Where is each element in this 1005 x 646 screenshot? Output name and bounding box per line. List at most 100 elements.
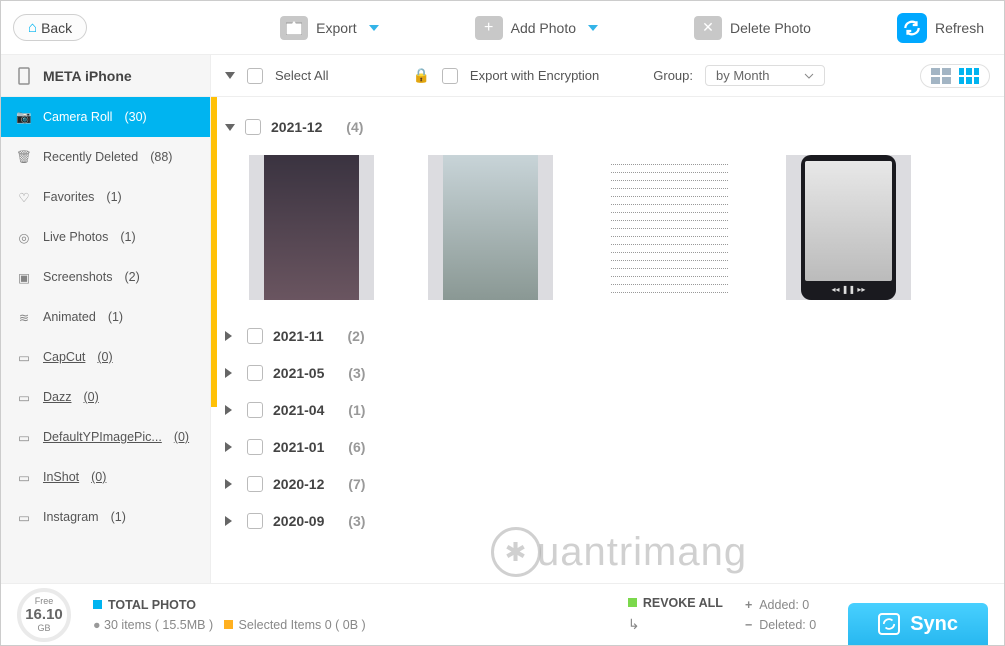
group-label: 2021-12 <box>271 119 322 135</box>
sidebar-item-instagram[interactable]: ▭Instagram (1) <box>1 497 210 537</box>
sidebar-item-capcut[interactable]: ▭CapCut (0) <box>1 337 210 377</box>
group-count: (6) <box>348 439 365 455</box>
photo-thumbnail[interactable] <box>249 155 374 300</box>
encryption-checkbox[interactable] <box>442 68 458 84</box>
chevron-right-icon <box>225 442 237 452</box>
group-label: 2020-09 <box>273 513 324 529</box>
change-counts: + Added: 0 − Deleted: 0 <box>745 598 816 632</box>
add-photo-icon: + <box>475 16 503 40</box>
back-button[interactable]: ⌂ Back <box>13 14 87 41</box>
chevron-right-icon <box>225 405 237 415</box>
sidebar-item-recently-deleted[interactable]: 🗑Recently Deleted (88) <box>1 137 210 177</box>
delete-photo-button[interactable]: ✕ Delete Photo <box>686 12 819 44</box>
chevron-right-icon <box>225 368 237 378</box>
scroll-indicator <box>211 97 217 407</box>
album-icon: ▭ <box>15 348 33 366</box>
legend-selected-icon <box>224 620 233 629</box>
chevron-down-icon <box>804 73 814 79</box>
group-checkbox[interactable] <box>247 439 263 455</box>
revoke-label[interactable]: REVOKE ALL <box>643 596 723 610</box>
group-label: 2021-11 <box>273 328 324 344</box>
group-select[interactable]: by Month <box>705 65 825 86</box>
group-value: by Month <box>716 68 769 83</box>
sync-icon <box>878 613 900 635</box>
add-photo-label: Add Photo <box>511 20 576 36</box>
sidebar-item-animated[interactable]: ≋Animated (1) <box>1 297 210 337</box>
sidebar-item-dazz[interactable]: ▭Dazz (0) <box>1 377 210 417</box>
group-count: (4) <box>346 119 363 135</box>
screenshot-icon: ▣ <box>15 268 33 286</box>
sidebar-item-camera-roll[interactable]: 📷Camera Roll (30) <box>1 97 210 137</box>
group-header-2021-05[interactable]: 2021-05 (3) <box>225 356 990 390</box>
grid-small-view-button[interactable] <box>959 68 979 84</box>
added-count: Added: 0 <box>759 598 809 612</box>
sidebar-item-label: DefaultYPImagePic... <box>43 430 162 444</box>
album-icon: ▭ <box>15 388 33 406</box>
grid-large-view-button[interactable] <box>931 68 951 84</box>
legend-revoke-icon <box>628 598 637 607</box>
sidebar-item-label: Dazz <box>43 390 71 404</box>
album-icon: ▭ <box>15 508 33 526</box>
group-header-2021-04[interactable]: 2021-04 (1) <box>225 393 990 427</box>
delete-photo-icon: ✕ <box>694 16 722 40</box>
delete-photo-label: Delete Photo <box>730 20 811 36</box>
storage-unit: GB <box>37 623 50 633</box>
group-checkbox[interactable] <box>247 513 263 529</box>
sidebar-item-label: Animated <box>43 310 96 324</box>
group-count: (2) <box>348 328 365 344</box>
content-area[interactable]: 2021-12 (4)◂◂ ❚❚ ▸▸2021-11 (2)2021-05 (3… <box>211 97 1004 583</box>
sidebar-item-inshot[interactable]: ▭InShot (0) <box>1 457 210 497</box>
group-checkbox[interactable] <box>247 476 263 492</box>
group-header-2020-09[interactable]: 2020-09 (3) <box>225 504 990 538</box>
group-count: (7) <box>348 476 365 492</box>
chevron-down-icon <box>225 124 235 131</box>
sidebar-item-screenshots[interactable]: ▣Screenshots (2) <box>1 257 210 297</box>
storage-indicator: Free 16.10 GB <box>17 588 71 642</box>
photo-thumbnail[interactable] <box>607 155 732 300</box>
back-label: Back <box>41 20 72 36</box>
camera-icon: 📷 <box>15 108 33 126</box>
refresh-button[interactable]: Refresh <box>889 9 992 47</box>
refresh-label: Refresh <box>935 20 984 36</box>
sidebar-item-count: (2) <box>124 270 139 284</box>
group-label: Group: <box>653 68 693 83</box>
total-photo-block: TOTAL PHOTO ● 30 items ( 15.5MB ) Select… <box>93 598 366 632</box>
storage-free-label: Free <box>35 596 54 606</box>
storage-value: 16.10 <box>25 606 63 623</box>
select-all-checkbox[interactable] <box>247 68 263 84</box>
sidebar-item-count: (1) <box>106 190 121 204</box>
house-icon: ⌂ <box>28 19 37 36</box>
group-header-2021-11[interactable]: 2021-11 (2) <box>225 319 990 353</box>
device-header: META iPhone <box>1 55 210 97</box>
group-header-2021-01[interactable]: 2021-01 (6) <box>225 430 990 464</box>
group-checkbox[interactable] <box>245 119 261 135</box>
chevron-right-icon <box>225 516 237 526</box>
select-all-label: Select All <box>275 68 328 83</box>
sidebar-item-label: InShot <box>43 470 79 484</box>
sidebar-item-defaultypimagepic-[interactable]: ▭DefaultYPImagePic... (0) <box>1 417 210 457</box>
sync-button[interactable]: Sync <box>848 603 988 645</box>
legend-total-icon <box>93 600 102 609</box>
sidebar-item-label: Favorites <box>43 190 94 204</box>
sidebar-item-count: (1) <box>111 510 126 524</box>
group-checkbox[interactable] <box>247 328 263 344</box>
sidebar-item-label: Recently Deleted <box>43 150 138 164</box>
collapse-all-icon[interactable] <box>225 72 235 79</box>
export-button[interactable]: Export <box>272 12 386 44</box>
group-header-2021-12[interactable]: 2021-12 (4) <box>225 110 990 144</box>
chevron-down-icon <box>369 25 379 31</box>
photo-thumbnail[interactable] <box>428 155 553 300</box>
chevron-right-icon <box>225 331 237 341</box>
sidebar-item-count: (0) <box>174 430 189 444</box>
sidebar-item-favorites[interactable]: ♡Favorites (1) <box>1 177 210 217</box>
view-toggle <box>920 64 990 88</box>
group-checkbox[interactable] <box>247 365 263 381</box>
photo-thumbnail[interactable]: ◂◂ ❚❚ ▸▸ <box>786 155 911 300</box>
add-photo-button[interactable]: + Add Photo <box>467 12 606 44</box>
sidebar-item-live-photos[interactable]: ◎Live Photos (1) <box>1 217 210 257</box>
group-checkbox[interactable] <box>247 402 263 418</box>
group-header-2020-12[interactable]: 2020-12 (7) <box>225 467 990 501</box>
thumbnail-row: ◂◂ ❚❚ ▸▸ <box>225 147 990 316</box>
sidebar-item-count: (1) <box>120 230 135 244</box>
album-icon: ▭ <box>15 468 33 486</box>
